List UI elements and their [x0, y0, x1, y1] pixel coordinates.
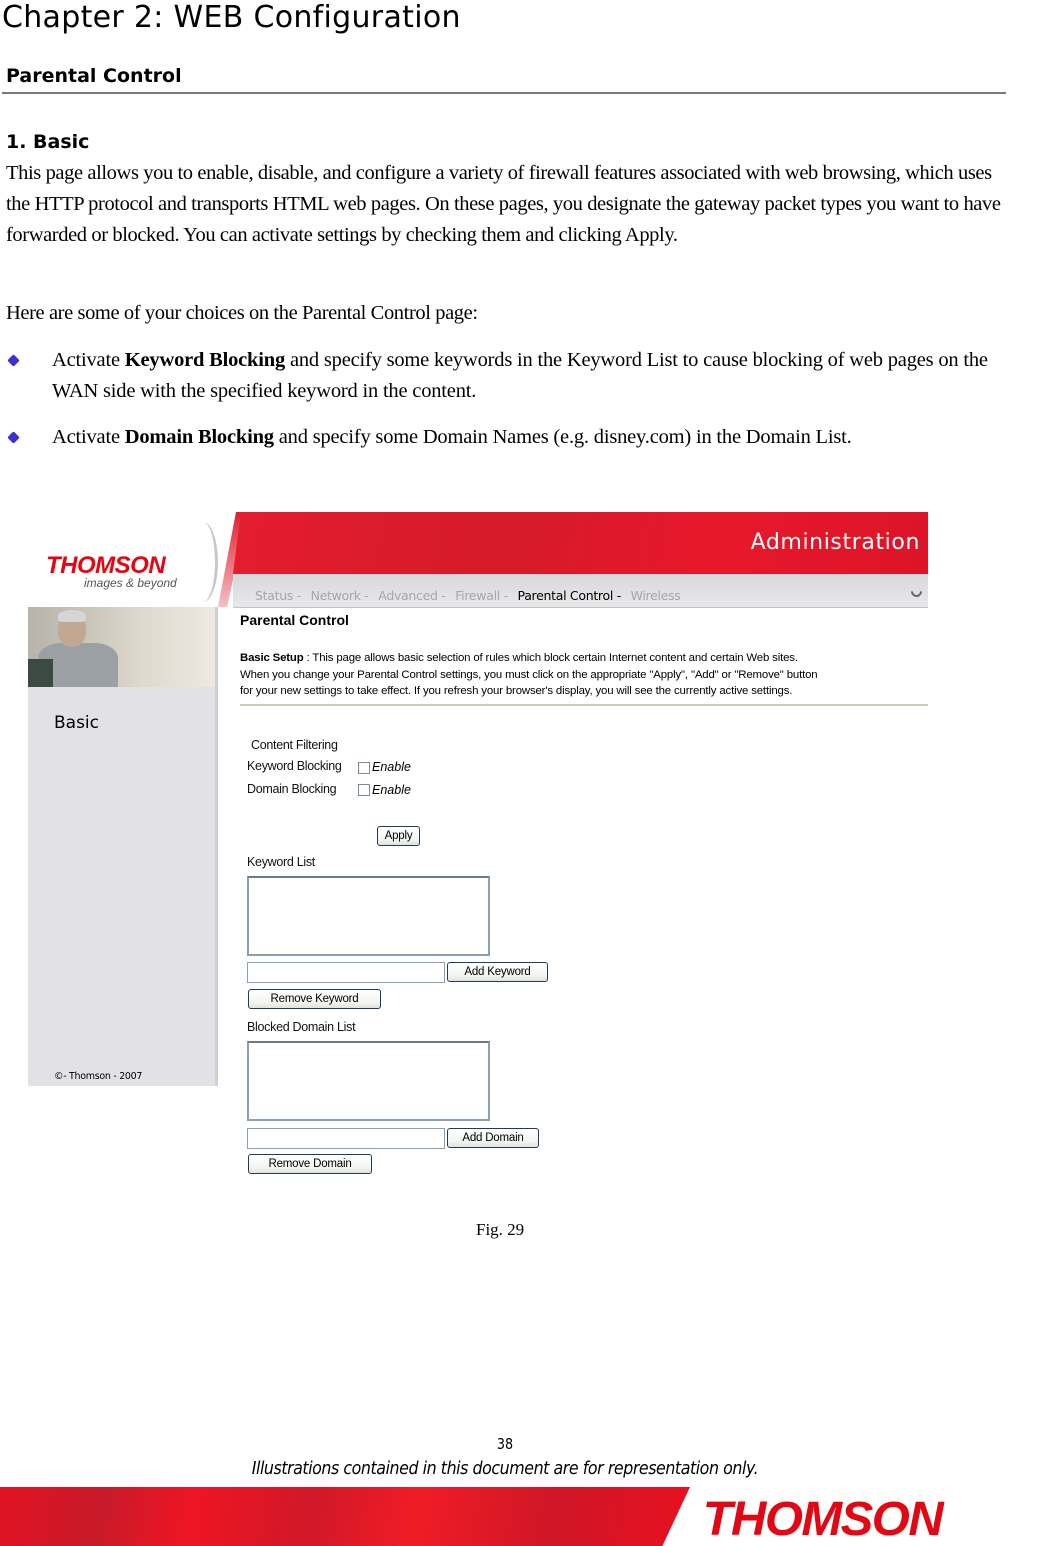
- bullet-bold: Domain Blocking: [124, 426, 274, 448]
- chapter-title: Chapter 2: WEB Configuration: [2, 0, 461, 35]
- keyword-blocking-checkbox[interactable]: [358, 762, 370, 774]
- add-keyword-button[interactable]: Add Keyword: [447, 962, 548, 982]
- domain-enable-label: Enable: [372, 783, 411, 797]
- refresh-icon[interactable]: [908, 583, 925, 600]
- sidebar-photo: [28, 607, 215, 687]
- bullet-prefix: Activate: [52, 349, 125, 371]
- disclaimer: Illustrations contained in this document…: [251, 1458, 759, 1479]
- keyword-blocking-label: Keyword Blocking: [247, 759, 342, 773]
- keyword-enable-label: Enable: [372, 760, 411, 774]
- nav-network[interactable]: Network -: [311, 588, 369, 603]
- keyword-list-label: Keyword List: [247, 855, 315, 869]
- diamond-bullet-icon: [7, 354, 20, 367]
- nav-wireless[interactable]: Wireless: [631, 588, 681, 603]
- apply-button[interactable]: Apply: [377, 826, 420, 846]
- intro-paragraph: This page allows you to enable, disable,…: [6, 162, 1001, 246]
- domain-list-label: Blocked Domain List: [247, 1020, 356, 1034]
- desc-line-1: This page allows basic selection of rule…: [312, 652, 798, 664]
- section-divider: [2, 92, 1006, 94]
- desc-line-3: for your new settings to take effect. If…: [240, 685, 793, 697]
- domain-input[interactable]: [247, 1128, 445, 1149]
- add-domain-button[interactable]: Add Domain: [447, 1128, 539, 1148]
- logo-swoosh-icon: [188, 522, 218, 602]
- domain-list[interactable]: [247, 1041, 490, 1121]
- keyword-input[interactable]: [247, 962, 445, 983]
- section-title: Parental Control: [6, 65, 182, 87]
- header-title: Administration: [750, 530, 920, 555]
- copyright: ©- Thomson - 2007: [54, 1071, 143, 1082]
- bullet-text: Activate Keyword Blocking and specify so…: [52, 345, 1002, 407]
- footer-red-band: [0, 1487, 690, 1546]
- nav-parental-control[interactable]: Parental Control -: [518, 588, 622, 603]
- header-banner: Administration: [233, 512, 928, 574]
- bullet-bold: Keyword Blocking: [124, 349, 286, 371]
- bullet-suffix: and specify some Domain Names (e.g. disn…: [273, 426, 852, 448]
- page-number: 38: [496, 1435, 514, 1453]
- desc-line-2: When you change your Parental Control se…: [240, 668, 818, 681]
- choices-paragraph: Here are some of your choices on the Par…: [6, 302, 478, 324]
- nav-status[interactable]: Status -: [255, 588, 301, 603]
- top-nav: Status - Network - Advanced - Firewall -…: [233, 574, 928, 608]
- sidebar: Basic ©- Thomson - 2007: [28, 607, 218, 1086]
- keyword-list[interactable]: [247, 876, 490, 956]
- bullet-text: Activate Domain Blocking and specify som…: [52, 422, 1002, 453]
- footer-thomson-logo: THOMSON: [702, 1493, 944, 1546]
- diamond-bullet-icon: [7, 431, 20, 444]
- router-ui-screenshot: THOMSON images & beyond Administration S…: [28, 512, 928, 1182]
- setup-label: Basic Setup: [240, 652, 304, 664]
- content-filtering-label: Content Filtering: [251, 738, 338, 752]
- divider: [240, 704, 928, 706]
- figure-caption: Fig. 29: [476, 1220, 525, 1239]
- page-title: Parental Control: [240, 612, 349, 628]
- logo-area: THOMSON images & beyond: [28, 512, 228, 607]
- nav-advanced[interactable]: Advanced -: [378, 588, 446, 603]
- remove-keyword-button[interactable]: Remove Keyword: [248, 989, 381, 1009]
- domain-blocking-checkbox[interactable]: [358, 784, 370, 796]
- domain-blocking-label: Domain Blocking: [247, 782, 337, 796]
- remove-domain-button[interactable]: Remove Domain: [248, 1154, 372, 1174]
- subsection-title: 1. Basic: [6, 131, 90, 153]
- page-description: Basic Setup : This page allows basic sel…: [240, 650, 930, 700]
- logo-tagline: images & beyond: [84, 576, 177, 590]
- sidebar-item-basic[interactable]: Basic: [54, 713, 99, 733]
- nav-firewall[interactable]: Firewall -: [455, 588, 508, 603]
- bullet-prefix: Activate: [52, 426, 125, 448]
